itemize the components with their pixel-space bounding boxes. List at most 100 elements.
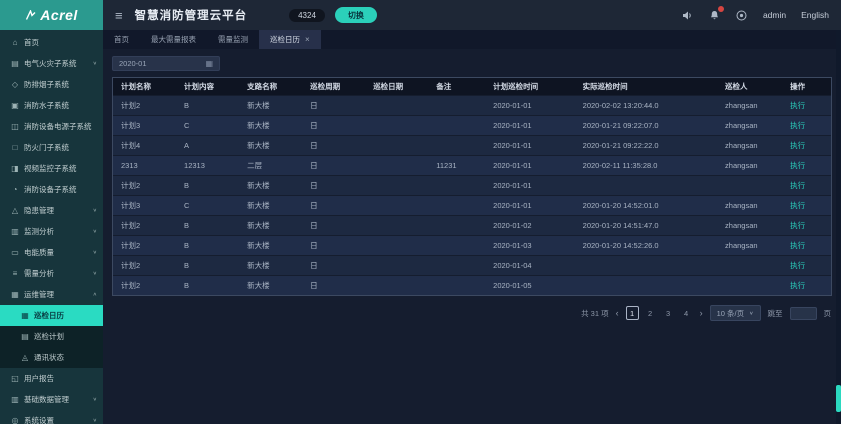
plan-icon: ▤ (20, 332, 30, 341)
sidebar-item-label: 系统设置 (24, 415, 91, 424)
sidebar-item-ops-management[interactable]: ▦运维管理∧ (0, 284, 103, 305)
execute-link[interactable]: 执行 (790, 101, 805, 110)
table-cell: 2020-01-04 (485, 255, 574, 275)
tab-label: 最大需量报表 (151, 34, 196, 45)
sidebar-item-video-monitor[interactable]: ◨视频监控子系统 (0, 158, 103, 179)
table-cell: B (176, 175, 239, 195)
brand-name: Acrel (40, 7, 78, 23)
month-picker[interactable]: 2020-01 ▦ (112, 56, 220, 71)
tab-patrol-calendar[interactable]: 巡检日历 × (259, 30, 321, 49)
table-cell: 2020-01-20 14:51:47.0 (575, 215, 717, 235)
sidebar-item-label: 监测分析 (24, 226, 91, 237)
table-cell: B (176, 95, 239, 115)
page-size-value: 10 条/页 (717, 308, 745, 319)
sidebar-item-label: 消防设备子系统 (24, 184, 97, 195)
sidebar-item-fire-door[interactable]: □防火门子系统 (0, 137, 103, 158)
sidebar-item-smoke-control[interactable]: ◇防排烟子系统 (0, 74, 103, 95)
equipment-icon: ◔ (10, 185, 20, 194)
video-icon: ◨ (10, 164, 20, 173)
volume-icon[interactable] (681, 9, 694, 22)
table-cell-action: 执行 (782, 115, 831, 135)
sidebar-item-fire-equipment-power[interactable]: ◫消防设备电源子系统 (0, 116, 103, 137)
sidebar-item-fire-equipment[interactable]: ◔ 消防设备子系统 (0, 179, 103, 200)
report-icon: ◱ (10, 374, 20, 383)
close-icon[interactable]: × (305, 35, 310, 44)
execute-link[interactable]: 执行 (790, 281, 805, 290)
sidebar-item-label: 巡检日历 (34, 310, 97, 321)
table-cell (365, 95, 428, 115)
execute-link[interactable]: 执行 (790, 241, 805, 250)
table-cell-action: 执行 (782, 235, 831, 255)
sidebar-item-power-quality[interactable]: ▭电能质量∨ (0, 242, 103, 263)
sidebar-item-system-settings[interactable]: ◎系统设置∨ (0, 410, 103, 424)
tab-max-demand-report[interactable]: 最大需量报表 (140, 30, 207, 49)
tab-demand-monitor[interactable]: 需量监测 (207, 30, 259, 49)
sidebar-item-base-data[interactable]: ▥基础数据管理∨ (0, 389, 103, 410)
jump-label: 跳至 (768, 308, 783, 319)
column-header: 计划巡检时间 (485, 78, 574, 95)
table-cell: 2020-01-02 (485, 215, 574, 235)
table-head: 计划名称计划内容支路名称巡检周期巡检日期备注计划巡检时间实际巡检时间巡检人操作 (113, 78, 831, 95)
help-icon[interactable] (735, 9, 748, 22)
column-header: 备注 (428, 78, 485, 95)
username[interactable]: admin (763, 10, 786, 20)
jump-page-input[interactable] (790, 307, 817, 320)
chevron-down-icon: ∨ (93, 208, 97, 214)
acrel-logo: Acrel (0, 0, 103, 30)
prev-page-icon[interactable]: ‹ (616, 308, 619, 318)
sidebar-item-comm-status[interactable]: ◬通讯状态 (0, 347, 103, 368)
execute-link[interactable]: 执行 (790, 201, 805, 210)
page-4[interactable]: 4 (680, 306, 693, 320)
table-cell: 计划2 (113, 275, 176, 295)
bell-icon[interactable] (708, 9, 721, 22)
execute-link[interactable]: 执行 (790, 161, 805, 170)
sidebar-item-label: 通讯状态 (34, 352, 97, 363)
table-cell: zhangsan (717, 135, 782, 155)
page-size-select[interactable]: 10 条/页 ∨ (710, 305, 761, 321)
table-cell (428, 135, 485, 155)
data-icon: ▥ (10, 395, 20, 404)
table-cell: 计划2 (113, 235, 176, 255)
sidebar-item-label: 巡检计划 (34, 331, 97, 342)
table-cell: 日 (302, 195, 365, 215)
execute-link[interactable]: 执行 (790, 141, 805, 150)
table-cell (365, 215, 428, 235)
app-title: 智慧消防管理云平台 (135, 7, 248, 23)
chevron-down-icon: ∨ (93, 61, 97, 67)
tab-label: 巡检日历 (270, 34, 300, 45)
table-cell-action: 执行 (782, 135, 831, 155)
sidebar-item-patrol-plan[interactable]: ▤ 巡检计划 (0, 326, 103, 347)
table-cell (428, 235, 485, 255)
table-cell (365, 255, 428, 275)
table-cell: C (176, 195, 239, 215)
sidebar-item-monitor-analysis[interactable]: ▥监测分析∨ (0, 221, 103, 242)
chevron-up-icon: ∧ (93, 292, 97, 298)
tab-bar: 首页最大需量报表需量监测巡检日历 × (103, 30, 841, 49)
switch-button[interactable]: 切换 (335, 7, 377, 23)
sidebar-item-hazard-management[interactable]: △隐患管理∨ (0, 200, 103, 221)
table-cell: 2020-01-20 14:52:26.0 (575, 235, 717, 255)
sidebar-item-user-report[interactable]: ◱用户报告 (0, 368, 103, 389)
menu-collapse-icon[interactable]: ≡ (115, 8, 123, 23)
sidebar-item-electrical-fire[interactable]: ▤电气火灾子系统∨ (0, 53, 103, 74)
sidebar-item-label: 防火门子系统 (24, 142, 97, 153)
sidebar-item-home[interactable]: ⌂首页 (0, 32, 103, 53)
sidebar-item-demand-analysis[interactable]: ≡需量分析∨ (0, 263, 103, 284)
table-cell: 新大楼 (239, 255, 302, 275)
execute-link[interactable]: 执行 (790, 221, 805, 230)
sidebar-item-fire-water[interactable]: ▣消防水子系统 (0, 95, 103, 116)
page-1[interactable]: 1 (626, 306, 639, 320)
tab-home[interactable]: 首页 (103, 30, 140, 49)
language-selector[interactable]: English (801, 10, 829, 20)
execute-link[interactable]: 执行 (790, 261, 805, 270)
sidebar-item-patrol-calendar[interactable]: ▦巡检日历 (0, 305, 103, 326)
table-cell: 2020-01-03 (485, 235, 574, 255)
next-page-icon[interactable]: › (700, 308, 703, 318)
execute-link[interactable]: 执行 (790, 121, 805, 130)
table-cell-action: 执行 (782, 95, 831, 115)
table-cell: 日 (302, 235, 365, 255)
page-3[interactable]: 3 (662, 306, 675, 320)
execute-link[interactable]: 执行 (790, 181, 805, 190)
page-2[interactable]: 2 (644, 306, 657, 320)
scrollbar-thumb[interactable] (836, 385, 841, 412)
